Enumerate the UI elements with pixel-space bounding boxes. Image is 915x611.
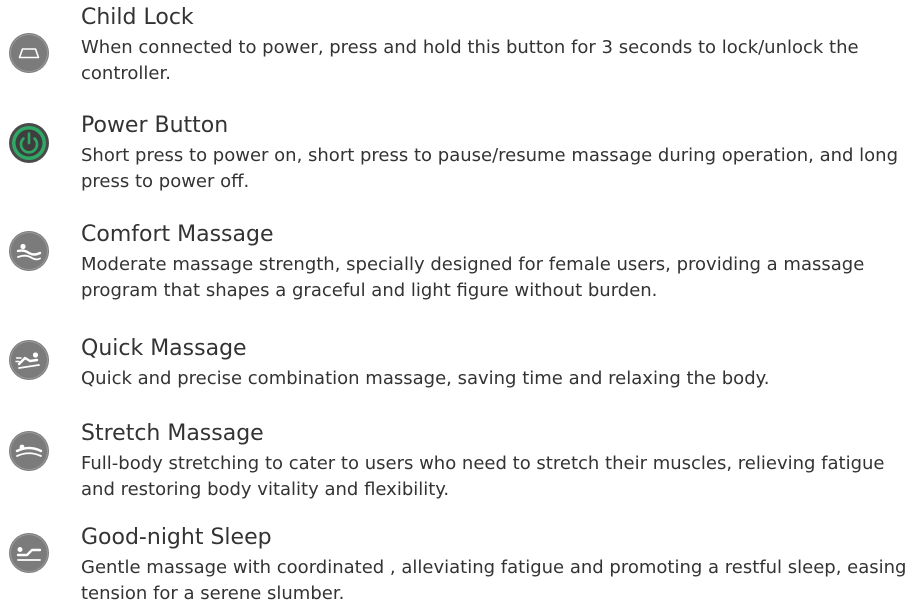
item-title: Power Button [81,113,229,138]
comfort-massage-icon [8,230,50,272]
item-description: Quick and precise combination massage, s… [81,368,770,389]
item-title: Quick Massage [81,336,247,361]
item-title: Comfort Massage [81,222,274,247]
item-description: Short press to power on, short press to … [81,145,899,192]
item-title: Child Lock [81,5,194,30]
item-description: Full-body stretching to cater to users w… [81,453,885,500]
item-title: Stretch Massage [81,421,264,446]
item-description: Moderate massage strength, specially des… [81,254,865,301]
power-icon [8,122,50,164]
stretch-massage-icon [8,430,50,472]
quick-massage-icon [8,339,50,381]
item-description: Gentle massage with coordinated , allevi… [81,557,907,604]
good-night-sleep-icon [8,532,50,574]
item-description: When connected to power, press and hold … [81,37,859,84]
child-lock-icon [8,32,50,74]
item-title: Good-night Sleep [81,525,272,550]
